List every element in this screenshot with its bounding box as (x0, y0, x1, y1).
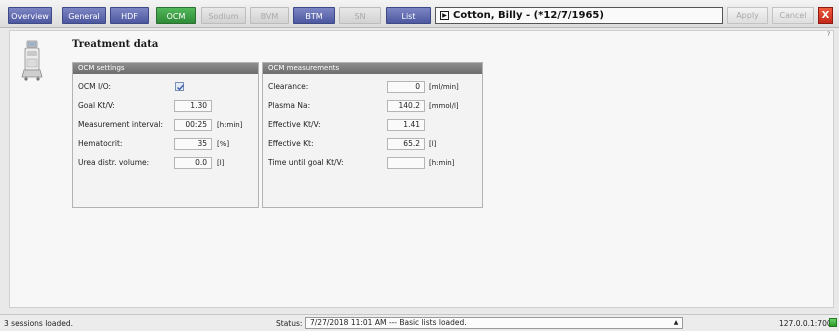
goal-ktv-label: Goal Kt/V: (78, 101, 115, 110)
sessions-text: 3 sessions loaded. (4, 319, 73, 328)
apply-button[interactable]: Apply (727, 7, 768, 24)
clearance-field: 0 (387, 81, 425, 93)
main-panel: ? Treatment data OCM settings OCM I/O: G… (9, 30, 834, 308)
time-until-goal-unit: [h:min] (429, 159, 455, 167)
connection-status-icon (829, 318, 837, 327)
effective-ktv-row: Effective Kt/V: 1.41 (263, 119, 482, 131)
cancel-button[interactable]: Cancel (772, 7, 814, 24)
hematocrit-label: Hematocrit: (78, 139, 123, 148)
status-bar: 3 sessions loaded. Status: 7/27/2018 11:… (0, 314, 839, 331)
tab-btm[interactable]: BTM (293, 7, 335, 24)
patient-selector[interactable]: ▶ Cotton, Billy - (*12/7/1965) (435, 7, 723, 24)
dialysis-machine-icon (21, 40, 43, 81)
tab-ocm[interactable]: OCM (156, 7, 196, 24)
effective-ktv-label: Effective Kt/V: (268, 120, 321, 129)
status-history-arrow-icon[interactable]: ▲ (671, 319, 681, 327)
hematocrit-unit: [%] (217, 140, 230, 148)
goal-ktv-field[interactable]: 1.30 (174, 100, 212, 112)
tab-sn: SN (339, 7, 381, 24)
help-hint: ? (827, 31, 831, 38)
ocm-measurements-group: OCM measurements Clearance: 0 [ml/min] P… (262, 62, 483, 208)
effective-kt-row: Effective Kt: 65.2 [l] (263, 138, 482, 150)
urea-volume-row: Urea distr. volume: 0.0 [l] (73, 157, 258, 169)
measurement-interval-row: Measurement interval: 00:25 [h:min] (73, 119, 258, 131)
close-button[interactable]: X (818, 7, 833, 24)
ocm-measurements-header: OCM measurements (263, 63, 482, 74)
plasma-na-row: Plasma Na: 140.2 [mmol/l] (263, 100, 482, 112)
tab-general[interactable]: General (62, 7, 106, 24)
expand-arrow-icon[interactable]: ▶ (440, 11, 449, 20)
plasma-na-label: Plasma Na: (268, 101, 311, 110)
effective-ktv-field: 1.41 (387, 119, 425, 131)
status-label: Status: (276, 319, 303, 328)
tab-bvm: BVM (250, 7, 289, 24)
urea-volume-unit: [l] (217, 159, 225, 167)
urea-volume-field[interactable]: 0.0 (174, 157, 212, 169)
effective-kt-unit: [l] (429, 140, 437, 148)
measurement-interval-field[interactable]: 00:25 (174, 119, 212, 131)
effective-kt-field: 65.2 (387, 138, 425, 150)
ocm-io-label: OCM I/O: (78, 82, 112, 91)
time-until-goal-row: Time until goal Kt/V: [h:min] (263, 157, 482, 169)
tab-overview[interactable]: Overview (8, 7, 52, 24)
page-title: Treatment data (72, 39, 159, 50)
hematocrit-field[interactable]: 35 (174, 138, 212, 150)
goal-ktv-row: Goal Kt/V: 1.30 (73, 100, 258, 112)
ocm-settings-group: OCM settings OCM I/O: Goal Kt/V: 1.30 Me… (72, 62, 259, 208)
hematocrit-row: Hematocrit: 35 [%] (73, 138, 258, 150)
status-message: 7/27/2018 11:01 AM --- Basic lists loade… (305, 317, 683, 329)
tab-hdf[interactable]: HDF (110, 7, 149, 24)
tab-list[interactable]: List (386, 7, 431, 24)
plasma-na-field: 140.2 (387, 100, 425, 112)
ocm-io-row: OCM I/O: (73, 81, 258, 93)
top-toolbar: Overview General HDF OCM Sodium BVM BTM … (0, 0, 839, 28)
patient-name: Cotton, Billy - (*12/7/1965) (453, 10, 604, 21)
ocm-io-checkbox[interactable] (175, 82, 185, 91)
effective-kt-label: Effective Kt: (268, 139, 314, 148)
clearance-unit: [ml/min] (429, 83, 459, 91)
ocm-settings-header: OCM settings (73, 63, 258, 74)
time-until-goal-label: Time until goal Kt/V: (268, 158, 344, 167)
measurement-interval-label: Measurement interval: (78, 120, 163, 129)
clearance-row: Clearance: 0 [ml/min] (263, 81, 482, 93)
plasma-na-unit: [mmol/l] (429, 102, 459, 110)
clearance-label: Clearance: (268, 82, 309, 91)
server-address: 127.0.0.1:700 (779, 319, 832, 328)
time-until-goal-field (387, 157, 425, 169)
urea-volume-label: Urea distr. volume: (78, 158, 150, 167)
tab-sodium: Sodium (201, 7, 246, 24)
measurement-interval-unit: [h:min] (217, 121, 243, 129)
